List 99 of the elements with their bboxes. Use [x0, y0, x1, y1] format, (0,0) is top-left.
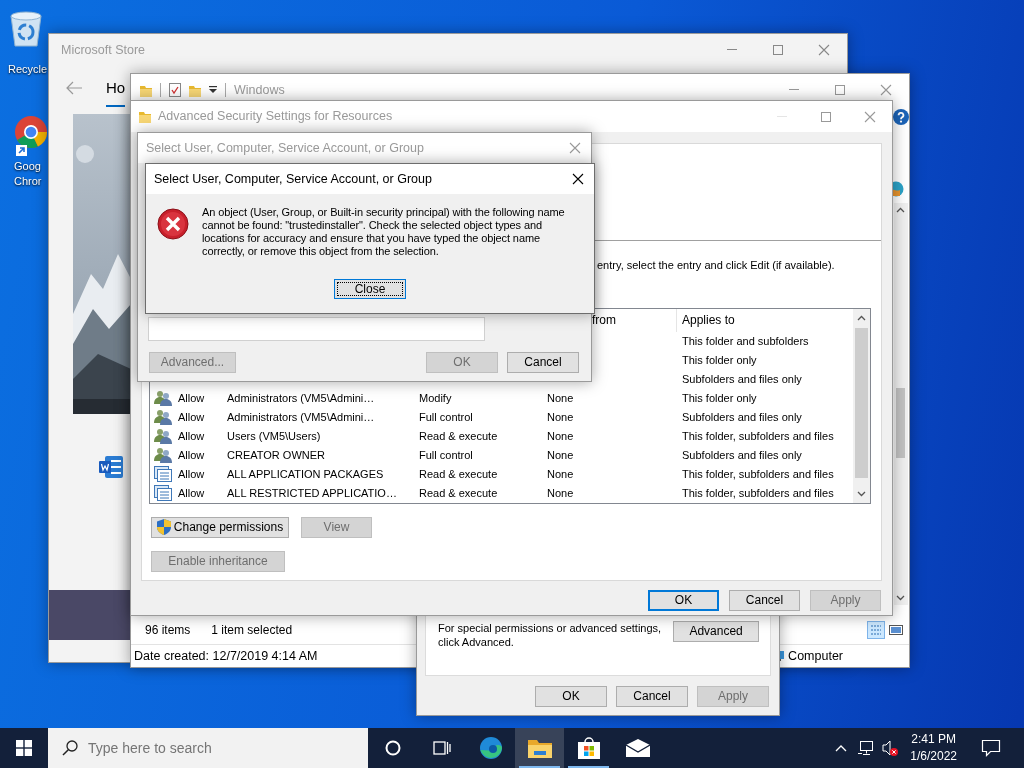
table-cell-text: This folder only: [681, 390, 758, 406]
user-group-icon: [154, 447, 172, 463]
table-cell-text: Full control: [419, 447, 474, 463]
back-arrow-icon[interactable]: [65, 81, 83, 95]
dialog-button[interactable]: Cancel: [616, 686, 688, 707]
advanced-button[interactable]: Advanced: [673, 621, 759, 642]
folder-icon: [527, 738, 552, 758]
search-icon: [62, 740, 78, 756]
recycle-bin-icon[interactable]: [8, 8, 44, 48]
user-group-icon: [154, 409, 172, 425]
table-cell-text: None: [547, 428, 575, 444]
column-header[interactable]: Applies to: [677, 311, 853, 329]
user-group-icon: [154, 390, 172, 406]
icon-label[interactable]: Goog: [14, 159, 48, 174]
table-cell-text: Read & execute: [419, 485, 499, 501]
selection-count: 1 item selected: [211, 621, 293, 639]
package-icon: [154, 466, 172, 482]
user-group-icon: [154, 428, 172, 444]
nav-tab[interactable]: Ho: [106, 68, 126, 108]
store-bag-icon: [577, 737, 600, 759]
scrollbar-thumb[interactable]: [896, 388, 905, 458]
table-cell-text: Read & execute: [419, 428, 499, 444]
window-title: Microsoft Store: [61, 41, 146, 59]
taskbar-button[interactable]: [515, 728, 564, 768]
word-icon[interactable]: [99, 456, 123, 478]
table-cell-text: This folder, subfolders and files: [681, 466, 835, 482]
table-cell-text: Allow: [178, 466, 206, 482]
task-view-icon: [432, 740, 451, 756]
table-cell-text: Read & execute: [419, 466, 499, 482]
maximize-icon[interactable]: [772, 44, 784, 56]
window-title: Select User, Computer, Service Account, or Group: [146, 139, 424, 157]
table-cell-text: Allow: [178, 409, 206, 425]
checklist-icon[interactable]: [169, 83, 181, 97]
caret-icon[interactable]: [209, 86, 217, 94]
table-cell-text: Subfolders and files only: [681, 409, 803, 425]
input-field[interactable]: [148, 317, 485, 341]
column-header[interactable]: from: [592, 312, 616, 327]
chevron-up-icon[interactable]: [835, 744, 848, 752]
table-cell-text: None: [547, 390, 575, 406]
dialog-button[interactable]: OK: [535, 686, 607, 707]
table-cell-text: This folder only: [681, 352, 758, 368]
dialog-button[interactable]: Cancel: [729, 590, 800, 611]
shield-icon: [156, 519, 171, 535]
note-text: For special permissions or advanced settings, click Advanced.: [438, 621, 662, 650]
table-cell-text: None: [547, 485, 575, 501]
table-cell-text: None: [547, 466, 575, 482]
cortana-icon: [384, 740, 401, 756]
error-icon: [157, 208, 189, 240]
scrollbar[interactable]: [853, 308, 870, 503]
table-cell-text: Users (VM5\Users): [227, 428, 322, 444]
table-cell-text: Allow: [178, 485, 206, 501]
table-cell-text: This folder and subfolders: [681, 333, 810, 349]
windows-start-icon[interactable]: [16, 740, 32, 756]
date-created: Date created: 12/7/2019 4:14 AM: [134, 647, 318, 665]
table-cell-text: Allow: [178, 447, 206, 463]
dialog-button[interactable]: Cancel: [507, 352, 579, 373]
mail-icon: [625, 739, 650, 757]
action-button[interactable]: Change permissions: [151, 516, 289, 538]
edge-icon: [478, 736, 503, 760]
maximize-icon[interactable]: [820, 110, 832, 123]
table-cell-text: None: [547, 447, 575, 463]
search-field[interactable]: Type here to search: [48, 728, 368, 768]
maximize-icon[interactable]: [834, 84, 846, 96]
dialog-button[interactable]: OK: [648, 590, 719, 611]
close-icon[interactable]: [572, 173, 584, 185]
table-cell-text: This folder, subfolders and files: [681, 428, 835, 444]
table-cell-text: CREATOR OWNER: [227, 447, 326, 463]
location-label: Computer: [788, 647, 843, 665]
table-cell-text: Administrators (VM5\Admini…: [227, 390, 376, 406]
table-cell-text: Administrators (VM5\Admini…: [227, 409, 376, 425]
table-cell-text: ALL RESTRICTED APPLICATIO…: [227, 485, 398, 501]
folder-icon: [139, 110, 151, 123]
table-cell-text: ALL APPLICATION PACKAGES: [227, 466, 385, 482]
table-cell-text: Modify: [419, 390, 453, 406]
icon-label[interactable]: Chror: [14, 174, 48, 189]
clock[interactable]: 2:41 PM 1/6/2022: [910, 731, 957, 765]
item-count: 96 items: [145, 621, 191, 639]
icon-label[interactable]: Recycle: [8, 62, 48, 77]
muted-speaker-icon[interactable]: [882, 740, 899, 756]
window-title: Windows: [234, 81, 285, 99]
table-cell-text: Allow: [178, 390, 206, 406]
table-cell-text: Full control: [419, 409, 474, 425]
scrollbar-thumb[interactable]: [855, 327, 868, 478]
help-icon[interactable]: [892, 109, 909, 125]
table-cell-text: None: [547, 409, 575, 425]
table-cell-text: Subfolders and files only: [681, 447, 803, 463]
error-message: An object (User, Group, or Built-in security principal) with the following name cannot be found: "trustedinstaller". Check the selected object types and locations for accuracy and ensure that you have typed the object name correctly, or remove this object from the selection.: [202, 206, 566, 258]
chrome-icon[interactable]: [14, 115, 48, 159]
table-cell-text: Allow: [178, 428, 206, 444]
notifications-icon[interactable]: [981, 739, 1001, 757]
table-cell-text: Subfolders and files only: [681, 371, 803, 387]
network-icon[interactable]: [858, 740, 875, 756]
scrollbar[interactable]: [893, 203, 908, 605]
table-cell-text: This folder, subfolders and files: [681, 485, 835, 501]
package-icon: [154, 485, 172, 501]
instruction-text: entry, select the entry and click Edit (if available).: [597, 258, 836, 273]
window-title: Advanced Security Settings for Resources: [158, 108, 393, 126]
window-title: Select User, Computer, Service Account, or Group: [154, 170, 432, 188]
close-button[interactable]: Close: [334, 279, 406, 299]
